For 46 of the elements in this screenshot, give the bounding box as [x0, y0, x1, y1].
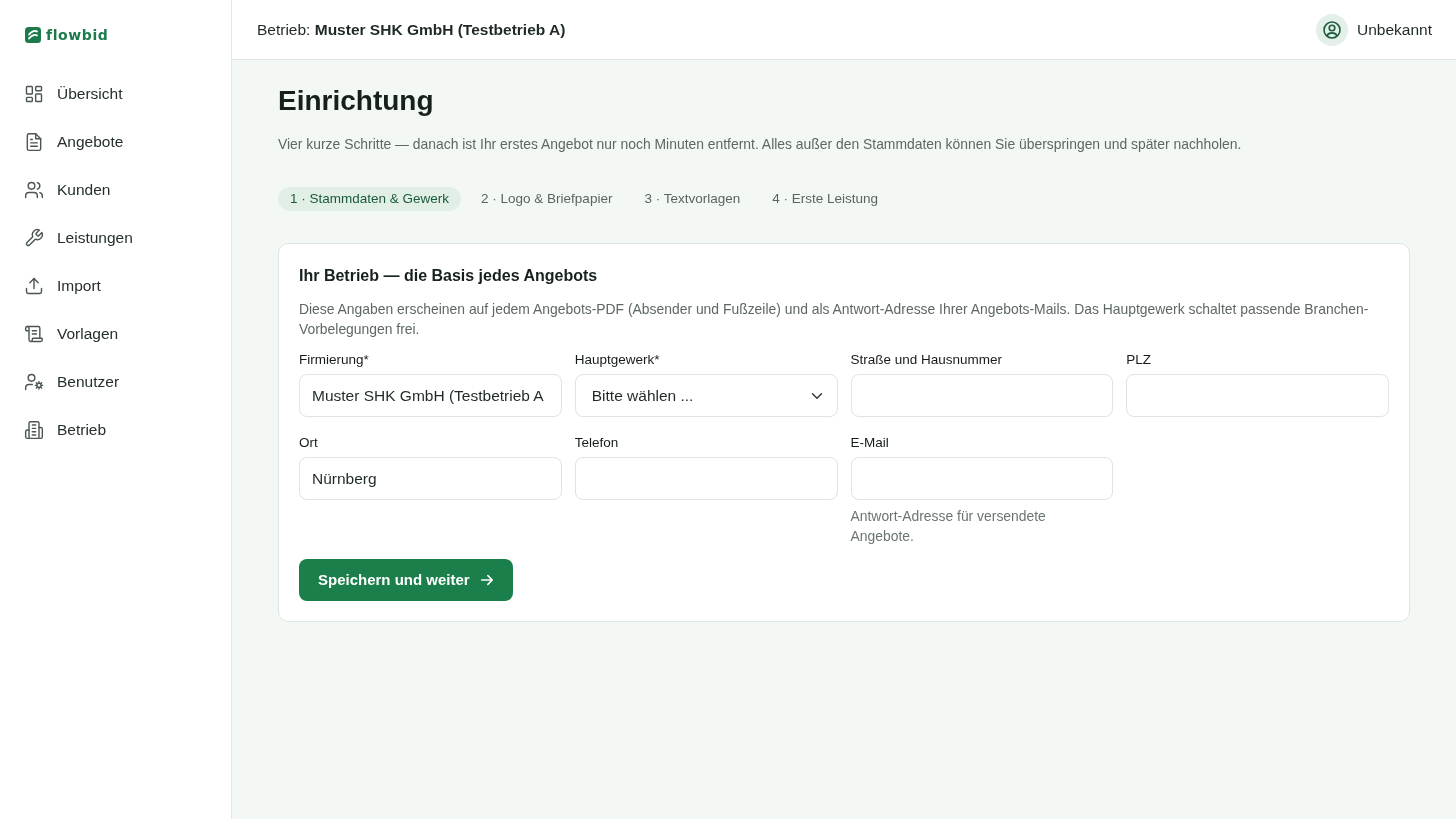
field-label: Firmierung*: [299, 351, 370, 368]
document-icon: [24, 132, 44, 152]
user-gear-icon: [24, 372, 44, 392]
input-field[interactable]: [1126, 374, 1389, 417]
input-field[interactable]: Nürnberg: [299, 457, 562, 500]
step-tab[interactable]: 4 · Erste Leistung: [760, 187, 891, 211]
card-description: Diese Angaben erscheinen auf jedem Angebots-PDF (Absender und Fußzeile) und als Antwort-Adresse Ihrer Angebots-Mails. Das Hauptgewerk schaltet passende Branchen-Vorbelegungen frei.: [299, 300, 1370, 339]
input-field[interactable]: [850, 374, 1114, 417]
input-field[interactable]: Muster SHK GmbH (Testbetrieb A: [299, 374, 562, 417]
page-title: Einrichtung: [278, 84, 435, 118]
select-field[interactable]: Bitte wählen ...: [574, 374, 838, 417]
logo-icon: [25, 27, 41, 43]
sidebar-item[interactable]: Benutzer: [0, 358, 231, 406]
user-menu-button[interactable]: Unbekannt: [1316, 13, 1432, 46]
sidebar-item[interactable]: Leistungen: [0, 214, 231, 262]
card-title: Ihr Betrieb — die Basis jedes Angebots: [299, 266, 599, 286]
upload-icon: [24, 276, 44, 296]
scroll-icon: [24, 324, 44, 344]
intro-text: Vier kurze Schritte — danach ist Ihr erstes Angebot nur noch Minuten entfernt. Alles außer den Stammdaten können Sie überspringen und später nachholen.: [278, 135, 1243, 154]
sidebar-item[interactable]: Kunden: [0, 166, 231, 214]
sidebar-item[interactable]: Übersicht: [0, 70, 231, 118]
sidebar-item[interactable]: Angebote: [0, 118, 231, 166]
user-avatar-icon: [1316, 13, 1348, 46]
field-label: Hauptgewerk*: [574, 351, 661, 368]
field-label: E-Mail: [850, 434, 890, 451]
brand-name: flowbid: [46, 25, 109, 45]
input-field[interactable]: [850, 457, 1114, 500]
building-icon: [24, 420, 44, 440]
grid-icon: [24, 84, 44, 104]
sidebar-item[interactable]: Betrieb: [0, 406, 231, 454]
step-tab[interactable]: 3 · Textvorlagen: [632, 187, 753, 211]
arrow-right-icon: [479, 573, 494, 587]
input-field[interactable]: [574, 457, 838, 500]
sidebar-item[interactable]: Import: [0, 262, 231, 310]
field-label: PLZ: [1126, 351, 1152, 368]
field-label: Ort: [299, 434, 319, 451]
sidebar-item[interactable]: Vorlagen: [0, 310, 231, 358]
business-name: Betrieb: Muster SHK GmbH (Testbetrieb A): [257, 19, 566, 40]
field-label: Straße und Hausnummer: [850, 351, 1004, 368]
wrench-icon: [24, 228, 44, 248]
users-icon: [24, 180, 44, 200]
help-text: Antwort-Adresse für versendete Angebote.: [850, 507, 1047, 546]
field-label: Telefon: [574, 434, 620, 451]
step-tab[interactable]: 2 · Logo & Briefpapier: [469, 187, 625, 211]
save-button[interactable]: Speichern und weiter: [299, 559, 513, 601]
step-tab[interactable]: 1 · Stammdaten & Gewerk: [278, 187, 462, 211]
